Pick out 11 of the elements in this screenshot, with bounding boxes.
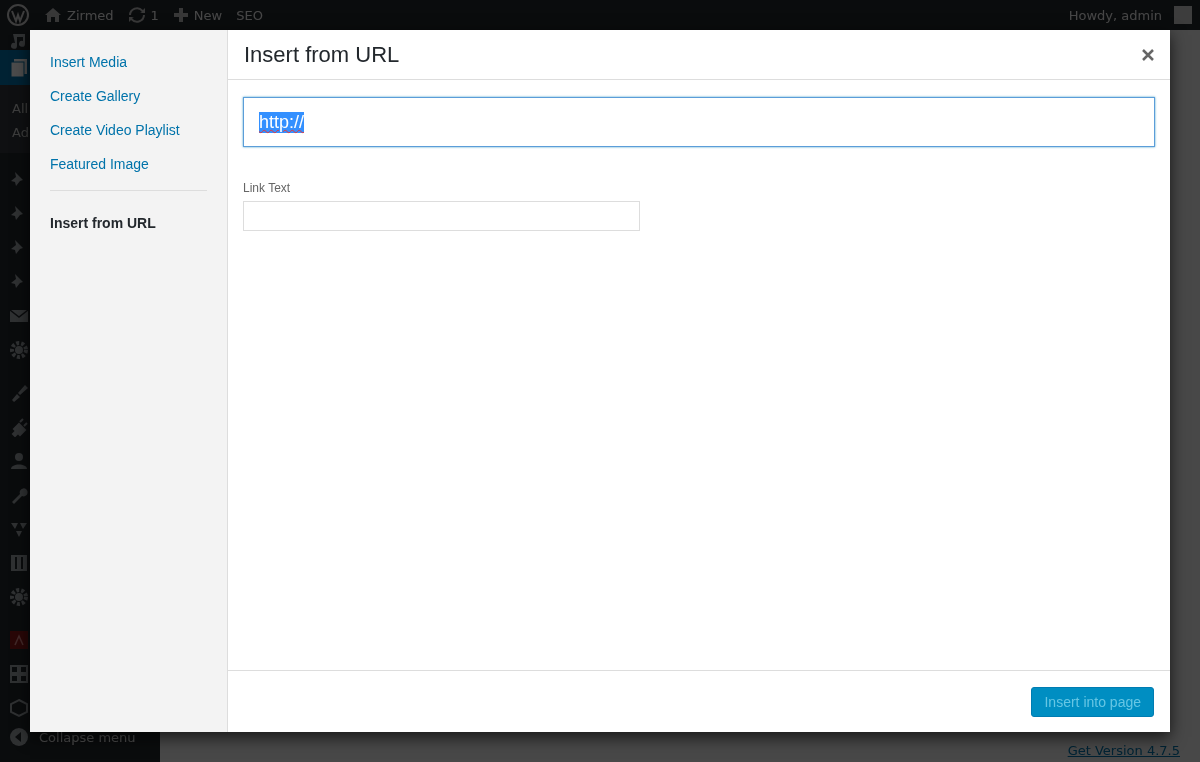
input-field[interactable] bbox=[243, 201, 640, 231]
url-field[interactable]: http:// bbox=[243, 97, 1155, 147]
media-menu-item[interactable]: Create Gallery bbox=[50, 80, 207, 114]
media-menu-item[interactable]: Insert Media bbox=[50, 46, 207, 80]
media-menu-item[interactable]: Featured Image bbox=[50, 148, 207, 182]
get-version-link[interactable]: Get Version 4.7.5 bbox=[1067, 743, 1180, 758]
media-menu-item[interactable]: Insert from URL bbox=[50, 207, 207, 241]
close-icon[interactable] bbox=[1142, 48, 1154, 61]
media-menu-item[interactable]: Create Video Playlist bbox=[50, 114, 207, 148]
modal-title: Insert from URL bbox=[244, 41, 401, 68]
field-label: Link Text bbox=[243, 181, 292, 195]
